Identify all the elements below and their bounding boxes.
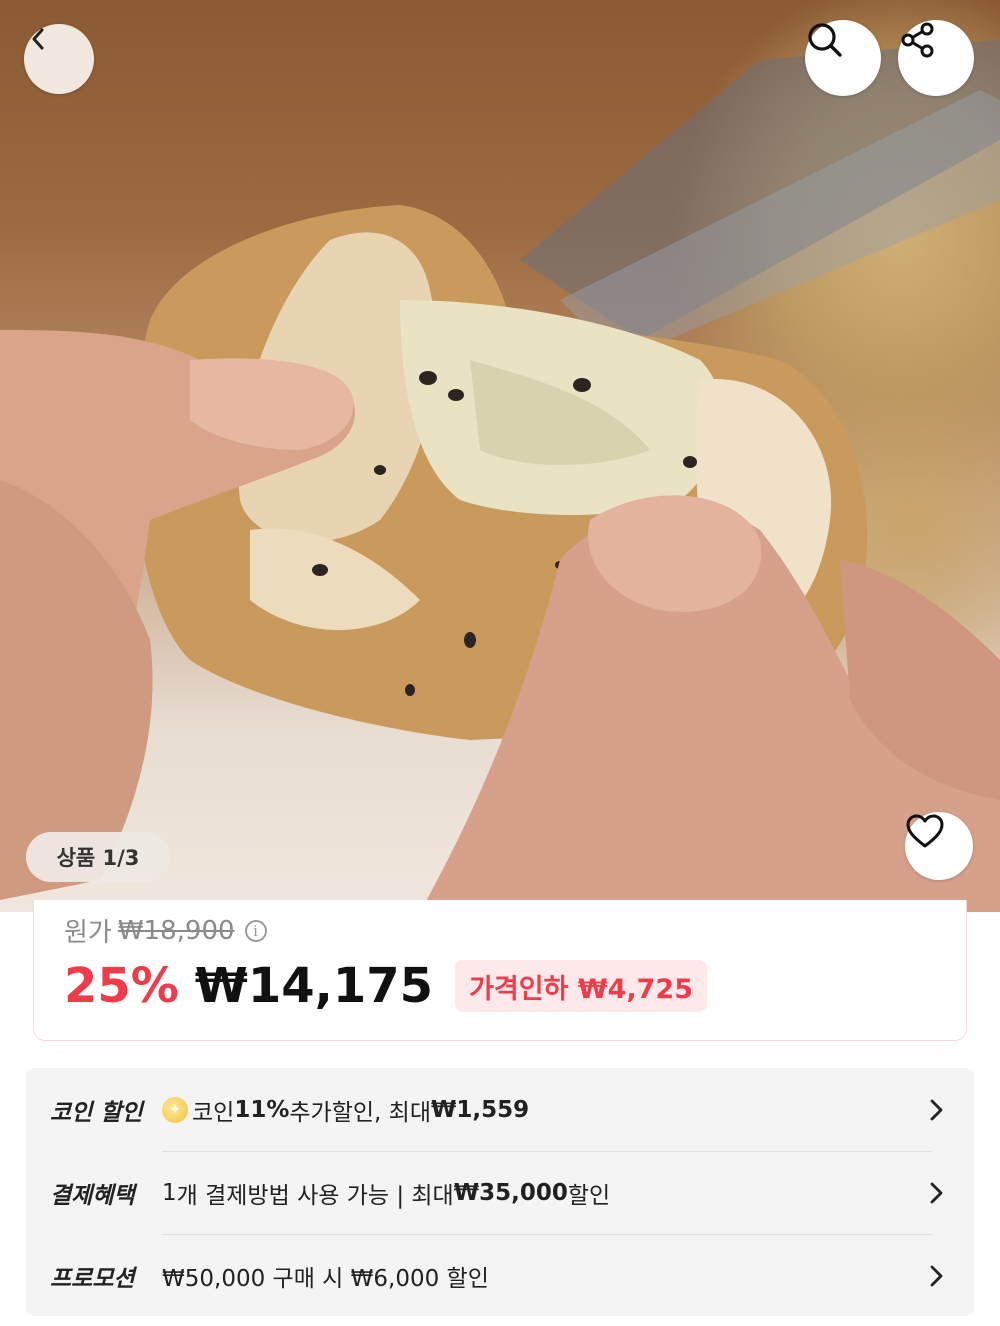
chevron-right-icon	[930, 1099, 943, 1121]
info-icon[interactable]: i	[244, 919, 267, 942]
original-price: 원가 ₩18,900 i	[64, 912, 267, 949]
chevron-left-icon	[32, 28, 44, 50]
share-icon	[901, 22, 934, 58]
original-price-value: ₩18,900	[117, 915, 235, 946]
benefit-description: ₩50,000 구매 시 ₩6,000 할인	[162, 1259, 489, 1293]
benefit-description: 1 개 결제방법 사용 가능 | 최대 ₩35,000 할인	[162, 1176, 610, 1210]
chevron-right-icon	[930, 1265, 943, 1287]
benefit-text: 11%	[234, 1097, 290, 1123]
price-drop-badge: 가격인하 ₩4,725	[455, 960, 708, 1012]
benefit-text: 추가할인, 최대	[289, 1100, 431, 1126]
search-button[interactable]	[805, 20, 881, 96]
benefit-title: 코인 할인	[50, 1100, 143, 1126]
benefit-text: ₩35,000	[453, 1180, 568, 1206]
benefit-row-payment[interactable]: 결제혜택 1 개 결제방법 사용 가능 | 최대 ₩35,000 할인	[26, 1152, 974, 1234]
back-button[interactable]	[24, 24, 94, 94]
image-counter-badge: 상품 1/3	[26, 832, 170, 882]
benefit-text: ₩1,559	[430, 1097, 530, 1123]
coin-icon: ✦	[162, 1097, 188, 1123]
benefit-text: ₩50,000 구매 시 ₩6,000 할인	[162, 1266, 489, 1292]
search-icon	[808, 23, 842, 57]
sale-price-row: 25% ₩14,175 가격인하 ₩4,725	[64, 958, 708, 1014]
wishlist-button[interactable]	[905, 812, 973, 880]
sale-price: ₩14,175	[194, 958, 434, 1014]
benefit-title: 프로모션	[50, 1266, 135, 1292]
benefit-title: 결제혜택	[50, 1183, 135, 1209]
benefit-text: 1	[162, 1180, 177, 1206]
product-image[interactable]: 상품 1/3	[0, 0, 1000, 912]
price-card: 원가 ₩18,900 i 25% ₩14,175 가격인하 ₩4,725	[33, 900, 967, 1041]
benefit-text: 개 결제방법 사용 가능 | 최대	[176, 1183, 454, 1209]
benefit-text: 코인	[192, 1100, 235, 1126]
benefit-text: 할인	[567, 1183, 611, 1209]
share-button[interactable]	[898, 20, 974, 96]
chevron-right-icon	[930, 1182, 943, 1204]
original-price-label: 원가	[64, 918, 112, 948]
discount-percent: 25%	[64, 958, 179, 1014]
benefit-description: ✦ 코인 11% 추가할인, 최대 ₩1,559	[162, 1093, 529, 1127]
benefit-row-promotion[interactable]: 프로모션 ₩50,000 구매 시 ₩6,000 할인	[26, 1235, 974, 1317]
benefits-panel: 코인 할인 ✦ 코인 11% 추가할인, 최대 ₩1,559 결제혜택 1 개 …	[26, 1068, 974, 1316]
product-photo-illustration	[0, 40, 1000, 912]
heart-icon	[906, 814, 944, 848]
benefit-row-coin[interactable]: 코인 할인 ✦ 코인 11% 추가할인, 최대 ₩1,559	[26, 1069, 974, 1151]
